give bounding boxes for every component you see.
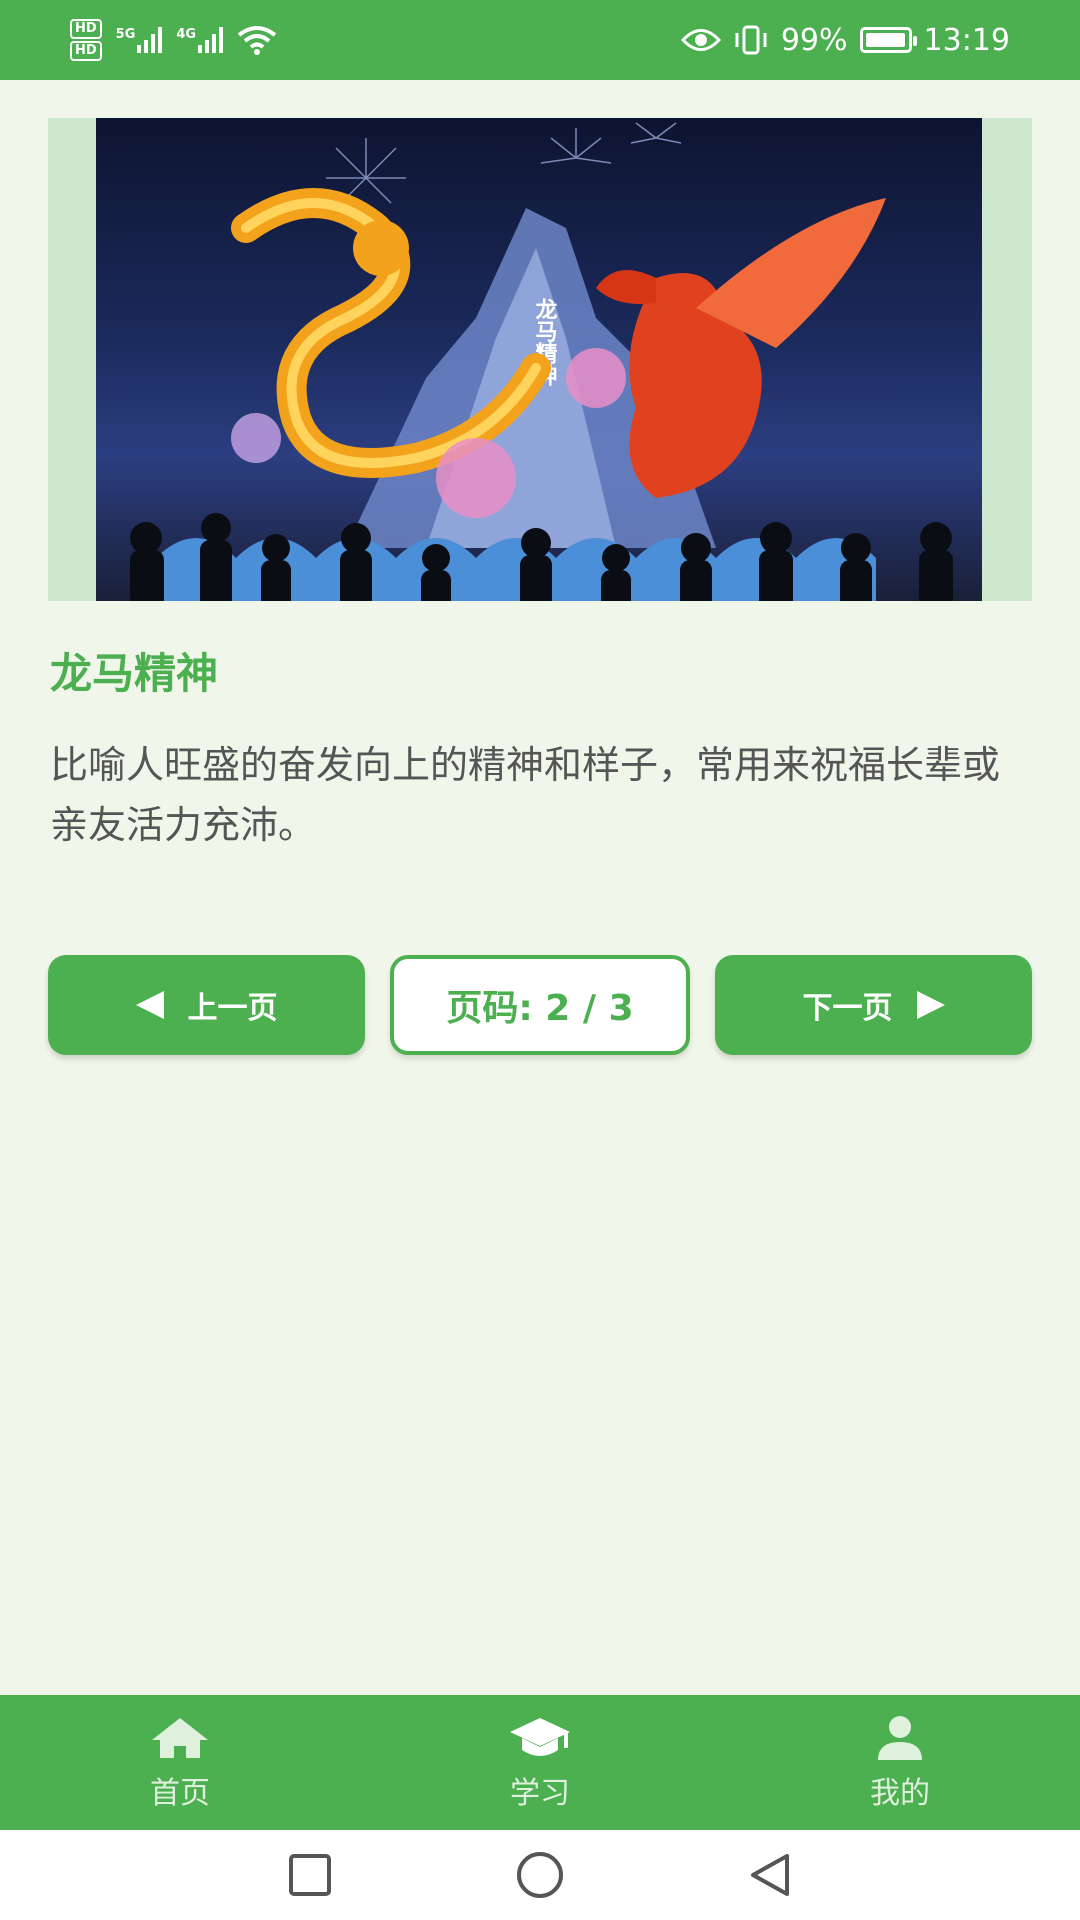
hero-image-frame: 龙马精神 [48,118,1032,601]
wifi-icon [237,26,277,55]
vibrate-icon [735,25,767,55]
battery-icon [859,27,917,53]
home-circle-icon[interactable] [515,1850,565,1900]
hd-badge-2: HD [70,41,102,61]
signal-5g: 5G [116,27,163,53]
page-indicator: 页码: 2 / 3 [390,955,690,1055]
net-label-5g: 5G [115,27,136,42]
signal-4g: 4G [176,27,224,53]
status-right: 99% 13:19 [680,22,1010,58]
nav-item-mine[interactable]: 我的 [720,1695,1080,1830]
signal-icon [198,27,224,53]
battery-fill [865,33,906,47]
bottom-navigation: 首页 学习 我的 [0,1695,1080,1830]
nav-label-home: 首页 [150,1775,210,1811]
recent-apps-icon[interactable] [285,1850,335,1900]
eye-icon [680,29,721,51]
next-page-button[interactable]: 下一页 [715,955,1032,1055]
net-label-4g: 4G [176,27,197,42]
idiom-title: 龙马精神 [50,649,219,698]
idiom-description: 比喻人旺盛的奋发向上的精神和样子，常用来祝福长辈或亲友活力充沛。 [50,743,1001,847]
system-navigation-bar [0,1830,1080,1920]
prev-page-button[interactable]: 上一页 [48,955,365,1055]
prev-page-label: 上一页 [187,991,278,1026]
graduation-cap-icon [510,1717,570,1756]
hd-badge-1: HD [70,19,102,39]
signal-icon [137,27,163,53]
status-bar: HD HD 5G 4G 99% 13:19 [0,0,1080,80]
pagination: 上一页 页码: 2 / 3 下一页 [48,955,1032,1055]
battery-percent: 99% [780,22,848,58]
status-left: HD HD 5G 4G [70,19,277,61]
back-icon[interactable] [745,1850,795,1900]
lantern-festival-illustration: 龙马精神 [130,122,953,601]
nav-item-study[interactable]: 学习 [360,1695,720,1830]
hero-image: 龙马精神 [96,118,982,601]
arrow-right-icon [916,991,945,1019]
clock: 13:19 [923,22,1010,58]
next-page-label: 下一页 [802,991,893,1026]
nav-item-home[interactable]: 首页 [0,1695,360,1830]
arrow-left-icon [135,991,164,1019]
nav-label-mine: 我的 [870,1775,930,1811]
hd-indicators: HD HD [70,19,102,61]
home-icon [152,1717,208,1758]
nav-label-study: 学习 [510,1775,570,1811]
person-icon [878,1715,922,1760]
